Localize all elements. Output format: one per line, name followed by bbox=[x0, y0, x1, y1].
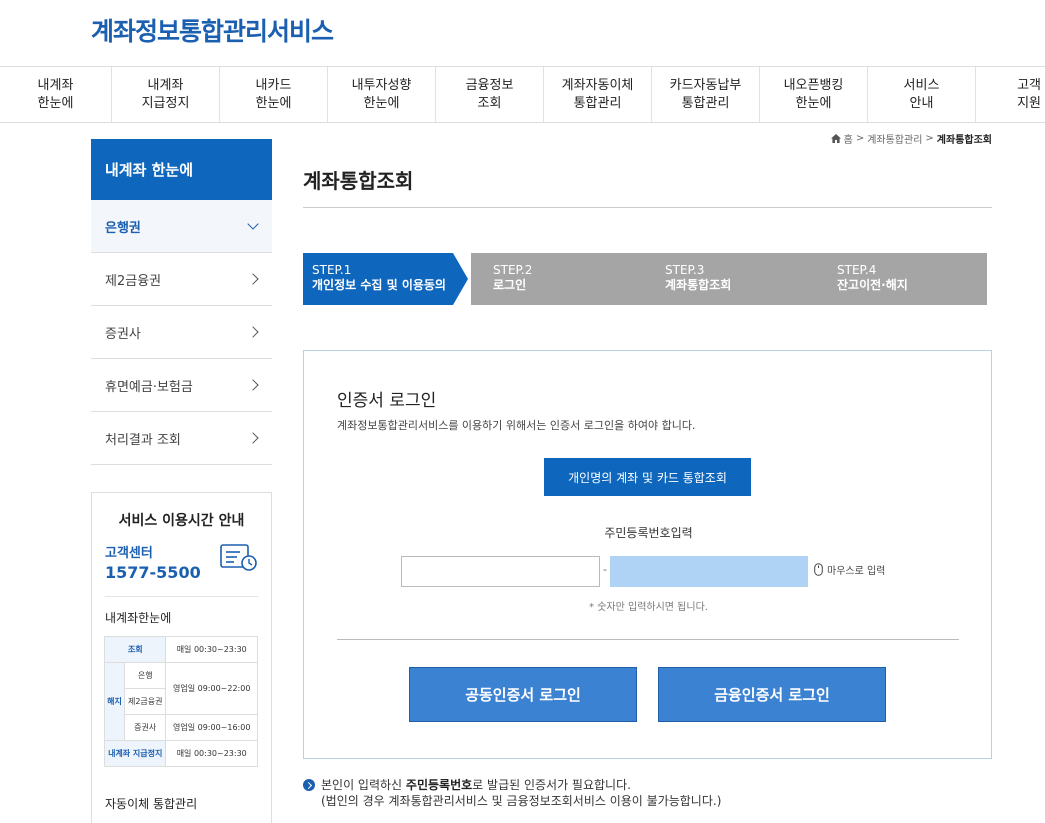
service-more-title: 자동이체 통합관리 bbox=[105, 797, 198, 811]
side-item-dormant[interactable]: 휴면예금·보험금 bbox=[91, 359, 272, 412]
step-indicator: STEP.4 잔고이전·해지 STEP.3 계좌통합조회 STEP.2 로그인 … bbox=[303, 253, 987, 305]
step-label: 잔고이전·해지 bbox=[837, 278, 908, 292]
step-label: 개인정보 수집 및 이용동의 bbox=[312, 278, 446, 292]
side-menu-title: 내계좌 한눈에 bbox=[91, 139, 272, 200]
service-hours-table: 조회 매일 00:30~23:30 해지 은행 영업일 09:00~22:00 … bbox=[103, 636, 258, 767]
side-item-results[interactable]: 처리결과 조회 bbox=[91, 412, 272, 465]
service-sub-title: 내계좌한눈에 bbox=[105, 611, 172, 625]
gnb-my-accounts[interactable]: 내계좌 한눈에 bbox=[0, 67, 112, 122]
step-num: STEP.3 bbox=[665, 263, 705, 277]
arrow-circle-icon bbox=[303, 779, 315, 791]
customer-center: 고객센터 1577-5500 bbox=[105, 542, 258, 597]
gnb-customer-support[interactable]: 고객 지원 bbox=[976, 67, 1045, 122]
title-divider bbox=[303, 207, 992, 208]
hours-time-securities: 영업일 09:00~16:00 bbox=[165, 714, 258, 741]
gnb-service-guide[interactable]: 서비스 안내 bbox=[868, 67, 976, 122]
notice: 본인이 입력하신 주민등록번호로 발급된 인증서가 필요합니다. (법인의 경우… bbox=[303, 777, 721, 809]
step-label: 계좌통합조회 bbox=[665, 278, 732, 292]
notice-line-1: 본인이 입력하신 주민등록번호로 발급된 인증서가 필요합니다. bbox=[321, 778, 631, 792]
jumin-hint: * 숫자만 입력하시면 됩니다. bbox=[589, 602, 708, 613]
gnb-investment-profile[interactable]: 내투자성향 한눈에 bbox=[328, 67, 436, 122]
side-item-label: 은행권 bbox=[105, 220, 141, 236]
chevron-down-icon bbox=[247, 218, 259, 230]
breadcrumb-sep: > bbox=[925, 133, 934, 144]
jumin-back-input[interactable] bbox=[610, 556, 808, 587]
side-item-label: 증권사 bbox=[105, 326, 141, 342]
page-title: 계좌통합조회 bbox=[303, 169, 414, 193]
breadcrumb-mid[interactable]: 계좌통합관리 bbox=[867, 131, 922, 146]
notice-line-2: (법인의 경우 계좌통합관리서비스 및 금융정보조회서비스 이용이 불가능합니다… bbox=[321, 794, 722, 808]
chevron-right-icon bbox=[247, 326, 259, 338]
hours-label-inquiry: 조회 bbox=[103, 636, 167, 663]
step-num: STEP.4 bbox=[837, 263, 877, 277]
chevron-right-icon bbox=[247, 432, 259, 444]
breadcrumb-home[interactable]: 홈 bbox=[844, 131, 853, 146]
home-icon[interactable] bbox=[830, 134, 841, 143]
step-3: STEP.3 계좌통합조회 bbox=[643, 253, 830, 305]
step-label: 로그인 bbox=[493, 278, 527, 292]
side-item-2nd-financial[interactable]: 제2금융권 bbox=[91, 253, 272, 306]
side-item-label: 처리결과 조회 bbox=[105, 432, 181, 448]
chevron-right-icon bbox=[247, 379, 259, 391]
step-4: STEP.4 잔고이전·해지 bbox=[815, 253, 987, 305]
breadcrumb-current: 계좌통합조회 bbox=[936, 135, 992, 146]
gnb-account-suspend[interactable]: 내계좌 지급정지 bbox=[112, 67, 220, 122]
side-item-bank[interactable]: 은행권 bbox=[91, 200, 272, 253]
side-item-label: 휴면예금·보험금 bbox=[105, 379, 193, 395]
jumin-front-input[interactable] bbox=[401, 556, 600, 587]
joint-cert-login-button[interactable]: 공동인증서 로그인 bbox=[409, 667, 637, 722]
cert-login-panel: 인증서 로그인 계좌정보통합관리서비스를 이용하기 위해서는 인증서 로그인을 … bbox=[303, 350, 992, 759]
side-item-securities[interactable]: 증권사 bbox=[91, 306, 272, 359]
site-logo[interactable]: 계좌정보통합관리서비스 bbox=[91, 12, 334, 48]
chevron-right-icon bbox=[247, 273, 259, 285]
mouse-input-toggle[interactable]: 마우스로 입력 bbox=[814, 562, 885, 577]
step-num: STEP.2 bbox=[493, 263, 533, 277]
hours-label-securities: 증권사 bbox=[123, 714, 167, 741]
hours-time-suspend: 매일 00:30~23:30 bbox=[165, 740, 258, 767]
integrated-inquiry-button[interactable]: 개인명의 계좌 및 카드 통합조회 bbox=[544, 458, 751, 496]
cert-login-desc: 계좌정보통합관리서비스를 이용하기 위해서는 인증서 로그인을 하여야 합니다. bbox=[337, 419, 696, 432]
gnb-my-cards[interactable]: 내카드 한눈에 bbox=[220, 67, 328, 122]
customer-center-number: 1577-5500 bbox=[105, 563, 201, 582]
customer-center-label: 고객센터 bbox=[105, 546, 153, 561]
breadcrumb-sep: > bbox=[855, 133, 865, 144]
hours-time-bank: 영업일 09:00~22:00 bbox=[165, 662, 258, 715]
breadcrumb: 홈 > 계좌통합관리 > 계좌통합조회 bbox=[830, 131, 992, 146]
gnb-card-auto-pay[interactable]: 카드자동납부 통합관리 bbox=[652, 67, 760, 122]
step-1: STEP.1 개인정보 수집 및 이용동의 bbox=[303, 253, 468, 305]
gnb-auto-transfer[interactable]: 계좌자동이체 통합관리 bbox=[544, 67, 652, 122]
mouse-icon bbox=[814, 563, 823, 576]
jumin-label: 주민등록번호입력 bbox=[604, 526, 693, 540]
login-divider bbox=[337, 639, 959, 640]
global-nav: 내계좌 한눈에 내계좌 지급정지 내카드 한눈에 내투자성향 한눈에 금융정보 … bbox=[0, 66, 1045, 123]
schedule-icon bbox=[220, 544, 257, 571]
financial-cert-login-button[interactable]: 금융인증서 로그인 bbox=[658, 667, 886, 722]
hours-time-inquiry: 매일 00:30~23:30 bbox=[165, 636, 258, 663]
step-2: STEP.2 로그인 bbox=[471, 253, 658, 305]
gnb-open-banking[interactable]: 내오픈뱅킹 한눈에 bbox=[760, 67, 868, 122]
cert-login-title: 인증서 로그인 bbox=[337, 391, 437, 411]
jumin-dash: - bbox=[603, 563, 607, 576]
hours-label-cancel: 해지 bbox=[104, 662, 125, 741]
service-hours-box: 서비스 이용시간 안내 고객센터 1577-5500 내계좌한눈에 조회 매일 … bbox=[91, 492, 272, 823]
side-item-label: 제2금융권 bbox=[105, 273, 162, 289]
step-num: STEP.1 bbox=[312, 263, 352, 277]
hours-label-bank: 은행 bbox=[123, 662, 167, 689]
hours-label-suspend: 내계좌 지급정지 bbox=[103, 740, 167, 767]
side-menu: 내계좌 한눈에 은행권 제2금융권 증권사 휴면예금·보험금 처리결과 조회 bbox=[91, 139, 272, 465]
service-hours-title: 서비스 이용시간 안내 bbox=[118, 513, 245, 529]
hours-label-2nd: 제2금융권 bbox=[123, 688, 167, 715]
mouse-input-label: 마우스로 입력 bbox=[827, 566, 886, 577]
gnb-financial-info[interactable]: 금융정보 조회 bbox=[436, 67, 544, 122]
